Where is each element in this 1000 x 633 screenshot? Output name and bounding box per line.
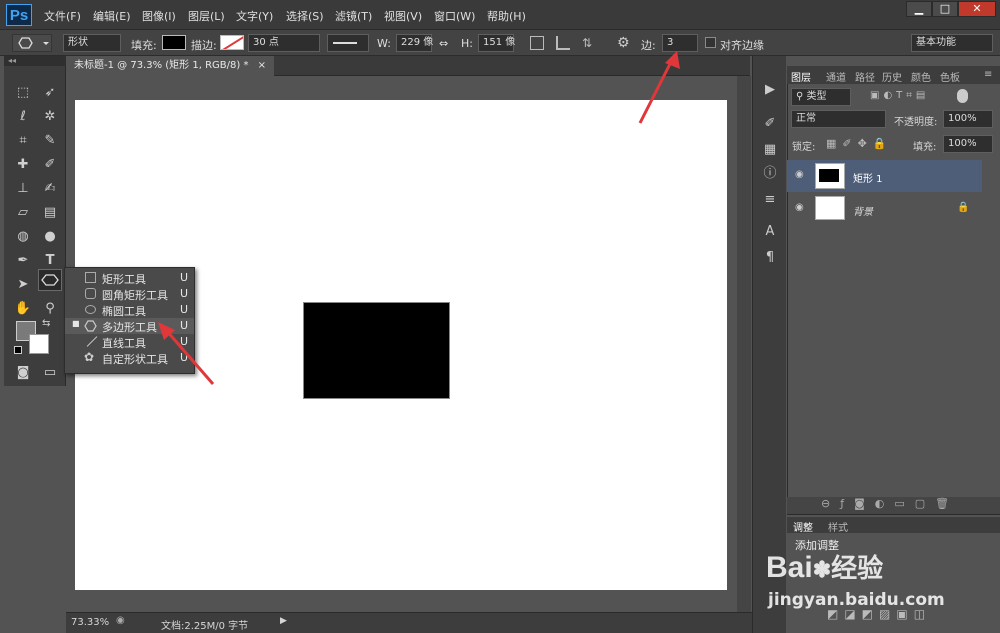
fill-label-panel: 填充: [913, 142, 937, 153]
lock-icon: 🔒 [957, 202, 970, 213]
visibility-eye-icon[interactable]: ◉ [795, 169, 804, 180]
status-bar: 73.33% ◉ 文档:2.25M/0 字节 ▶ [66, 612, 752, 633]
watermark-brand-cn: 经验 [831, 553, 884, 583]
paragraph-panel-icon[interactable]: ¶ [760, 248, 780, 268]
tab-adjustments[interactable]: 调整 [793, 519, 813, 534]
tab-color[interactable]: 颜色 [911, 69, 931, 84]
fill-input[interactable]: 100% [943, 135, 993, 153]
layer-filter-select[interactable]: ⚲ 类型 [791, 88, 851, 106]
swatch-history-icon[interactable]: ▦ [760, 140, 780, 160]
layer-row-rectangle[interactable]: ◉ 矩形 1 [787, 160, 982, 192]
tab-layers[interactable]: 图层 [791, 69, 811, 84]
watermark-url: jingyan.baidu.com [768, 590, 945, 610]
layer-row-background[interactable]: ◉ 背景 🔒 [787, 193, 982, 225]
tab-history[interactable]: 历史 [882, 69, 902, 84]
document-info: 文档:2.25M/0 字节 [161, 621, 249, 632]
filter-toggle-icon[interactable] [957, 89, 968, 103]
layer-filter-label: 类型 [806, 91, 827, 102]
panel-menu-icon[interactable]: ≡ [984, 69, 992, 80]
lock-label: 锁定: [792, 142, 816, 153]
layer-actions-bar[interactable]: ⊖ƒ◙◐▭▢🗑 [787, 497, 1000, 515]
layer-name[interactable]: 矩形 1 [853, 170, 883, 185]
baidu-logo-watermark: Bai✽经验 [766, 548, 883, 585]
status-menu-arrow-icon[interactable]: ▶ [280, 616, 287, 626]
zoom-level[interactable]: 73.33% [71, 617, 109, 628]
tab-swatches[interactable]: 色板 [940, 69, 960, 84]
watermark-brand: Bai [766, 551, 813, 584]
layer-thumbnail [815, 196, 845, 220]
visibility-eye-icon[interactable]: ◉ [795, 202, 804, 213]
layer-filter-icons[interactable]: ▣◐T⌗▤ [870, 90, 929, 101]
layer-name[interactable]: 背景 [853, 203, 873, 218]
arrow-to-polygon-tool [164, 329, 215, 385]
info-icon[interactable]: ⓘ [760, 164, 780, 184]
tab-styles[interactable]: 样式 [828, 519, 848, 534]
adjustments-tabs: 调整 样式 [787, 517, 1000, 534]
play-actions-icon[interactable]: ▶ [760, 80, 780, 100]
layers-panel [787, 66, 1000, 513]
lock-icons[interactable]: ▦✐✥🔒 [826, 137, 893, 150]
tool-presets-icon[interactable]: ✐ [760, 114, 780, 134]
opacity-input[interactable]: 100% [943, 110, 993, 128]
blend-mode-select[interactable]: 正常 [791, 110, 886, 128]
collapsed-panel-dock: ▶ ✐ ▦ ⓘ ≡ A ¶ [752, 56, 786, 633]
arrow-to-sides-input [638, 59, 674, 124]
tab-paths[interactable]: 路径 [855, 69, 875, 84]
layers-panel-tabs: 图层 通道 路径 历史 颜色 色板 ≡ [787, 66, 1000, 84]
adjustments-dock-icon[interactable]: ≡ [760, 190, 780, 210]
status-info-icon[interactable]: ◉ [116, 615, 125, 626]
paw-icon: ✽ [812, 557, 832, 582]
character-panel-icon[interactable]: A [760, 222, 780, 242]
tab-channels[interactable]: 通道 [826, 69, 846, 84]
layer-thumbnail [815, 163, 845, 189]
opacity-label: 不透明度: [894, 117, 938, 128]
